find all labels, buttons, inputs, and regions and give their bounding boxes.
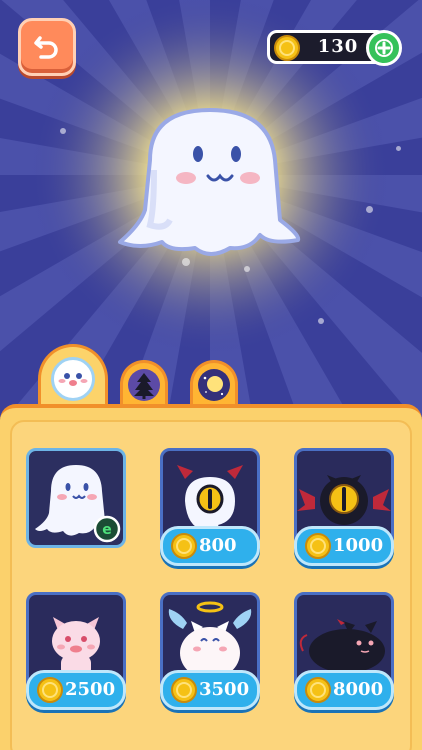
- add-coins-button[interactable]: [366, 30, 402, 66]
- price-label: 8000: [333, 679, 384, 700]
- coin-count: 130: [317, 36, 359, 57]
- ghost-face-icon: [51, 357, 95, 401]
- price-label: 800: [199, 535, 237, 556]
- tab-ghosts[interactable]: [38, 344, 108, 408]
- coin-icon: [171, 677, 197, 703]
- tab-night[interactable]: [190, 360, 238, 404]
- price-label: 2500: [65, 679, 116, 700]
- price-button[interactable]: 800: [160, 526, 260, 566]
- back-arrow-icon: [34, 36, 58, 59]
- back-button[interactable]: [18, 18, 76, 76]
- sparkle: [366, 206, 373, 213]
- price-label: 1000: [333, 535, 384, 556]
- moon-icon: [198, 369, 230, 401]
- sparkle: [396, 146, 401, 151]
- plus-icon: [375, 39, 393, 57]
- game-screen: 130 e 800 1000 2500 3500 8000: [0, 0, 422, 750]
- tab-scenes[interactable]: [120, 360, 168, 404]
- coin-icon: [171, 533, 197, 559]
- price-button[interactable]: 3500: [160, 670, 260, 710]
- selected-ghost-preview: [118, 108, 301, 256]
- coin-icon: [274, 35, 300, 61]
- price-button[interactable]: 1000: [294, 526, 394, 566]
- coin-icon: [37, 677, 63, 703]
- pine-tree-icon: [128, 369, 160, 401]
- coin-icon: [305, 533, 331, 559]
- sparkle: [318, 318, 324, 324]
- sparkle: [60, 128, 66, 134]
- price-label: 3500: [199, 679, 250, 700]
- price-button[interactable]: 2500: [26, 670, 126, 710]
- skin-card-ghost[interactable]: e: [26, 448, 126, 548]
- coin-icon: [305, 677, 331, 703]
- owned-check-icon: e: [93, 515, 121, 543]
- owned-badge: e: [102, 522, 112, 538]
- price-button[interactable]: 8000: [294, 670, 394, 710]
